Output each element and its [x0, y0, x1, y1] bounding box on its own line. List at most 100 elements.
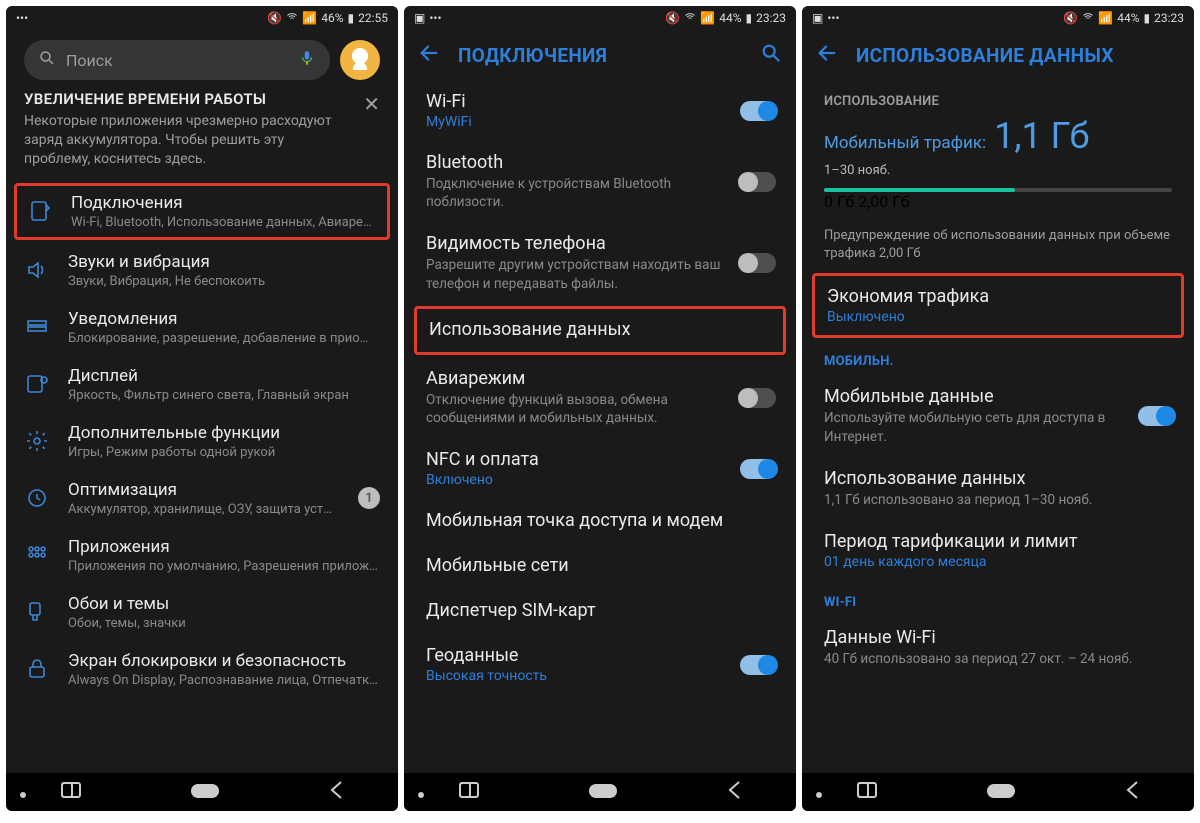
- signal-icon: 📶: [302, 11, 317, 25]
- display-icon: [24, 371, 50, 397]
- toggle-mobile-data[interactable]: [1138, 406, 1174, 426]
- usage-value-row: Мобильный трафик: 1,1 Гб: [802, 115, 1194, 157]
- brush-icon: [24, 599, 50, 625]
- mute-icon: 🔇: [267, 11, 282, 25]
- back-icon[interactable]: [816, 42, 838, 68]
- toggle-wifi[interactable]: [740, 101, 776, 121]
- item-notifications[interactable]: УведомленияБлокирование, разрешение, доб…: [6, 299, 398, 356]
- avatar[interactable]: [340, 40, 380, 80]
- nav-home-icon[interactable]: [589, 783, 617, 802]
- item-advanced[interactable]: Дополнительные функцииИгры, Режим работы…: [6, 413, 398, 470]
- back-icon[interactable]: [418, 42, 440, 68]
- wifi-icon: [286, 11, 298, 26]
- row-bluetooth[interactable]: Bluetooth Подключение к устройствам Blue…: [404, 141, 796, 222]
- item-title: Подключения: [71, 193, 377, 213]
- row-mobile-usage[interactable]: Использование данных 1,1 Гб использовано…: [802, 457, 1194, 520]
- mic-icon[interactable]: [298, 49, 316, 71]
- row-wifi-data[interactable]: Данные Wi-Fi 40 Гб использовано за перио…: [802, 616, 1194, 679]
- row-sim[interactable]: Диспетчер SIM-карт: [404, 589, 796, 634]
- highlight-data-usage: Использование данных: [414, 306, 786, 355]
- toggle-visibility[interactable]: [740, 253, 776, 273]
- row-visibility[interactable]: Видимость телефона Разрешите другим устр…: [404, 222, 796, 303]
- phone-settings-main: ••• 🔇 📶 46% ▮ 22:55 Поиск УВЕЛИЧЕНИЕ ВРЕ…: [6, 6, 398, 811]
- section-usage: ИСПОЛЬЗОВАНИЕ: [802, 80, 1194, 115]
- more-icon: •••: [16, 11, 28, 25]
- battery-icon: ▮: [746, 11, 753, 25]
- signal-icon: 📶: [700, 11, 715, 25]
- nav-recents-icon[interactable]: [61, 782, 81, 802]
- header: ПОДКЛЮЧЕНИЯ: [404, 30, 796, 80]
- toggle-nfc[interactable]: [740, 459, 776, 479]
- sound-icon: [24, 257, 50, 283]
- nav-back-icon[interactable]: [329, 780, 343, 804]
- row-data-usage[interactable]: Использование данных: [417, 309, 783, 352]
- section-mobile: МОБИЛЬН.: [802, 340, 1194, 375]
- page-title: ПОДКЛЮЧЕНИЯ: [458, 44, 607, 67]
- row-nfc[interactable]: NFC и оплата Включено: [404, 438, 796, 499]
- highlight-data-saver: Экономия трафика Выключено: [812, 273, 1184, 338]
- gear-icon: [24, 428, 50, 454]
- nav-bar: [404, 773, 796, 811]
- search-icon: [38, 49, 56, 71]
- status-bar: ▣••• 🔇 📶 44% ▮ 23:23: [404, 6, 796, 30]
- item-wallpapers[interactable]: Обои и темыОбои, темы, значки: [6, 584, 398, 641]
- row-mobile-networks[interactable]: Мобильные сети: [404, 544, 796, 589]
- apps-icon: [24, 542, 50, 568]
- row-geo[interactable]: Геоданные Высокая точность: [404, 634, 796, 695]
- notice-body: Некоторые приложения чрезмерно расходуют…: [24, 112, 380, 169]
- toggle-bluetooth[interactable]: [740, 172, 776, 192]
- bar-max: 2,00 Гб: [858, 192, 909, 211]
- battery-text: 44%: [719, 11, 741, 25]
- search-icon[interactable]: [760, 42, 782, 68]
- phone-data-usage: ▣••• 🔇 📶 44% ▮ 23:23 ИСПОЛЬЗОВАНИЕ ДАННЫ…: [802, 6, 1194, 811]
- notice-title: УВЕЛИЧЕНИЕ ВРЕМЕНИ РАБОТЫ: [24, 90, 380, 108]
- screenshot-icon: ▣: [414, 11, 425, 25]
- nav-recents-icon[interactable]: [857, 782, 877, 802]
- nav-dot: [20, 792, 26, 798]
- battery-notice[interactable]: УВЕЛИЧЕНИЕ ВРЕМЕНИ РАБОТЫ Некоторые прил…: [6, 90, 398, 181]
- bar-min: 0 Гб: [824, 192, 854, 211]
- nav-home-icon[interactable]: [191, 783, 219, 802]
- status-bar: ••• 🔇 📶 46% ▮ 22:55: [6, 6, 398, 30]
- page-title: ИСПОЛЬЗОВАНИЕ ДАННЫХ: [856, 44, 1114, 67]
- wifi-icon: [1082, 11, 1094, 26]
- nav-bar: [802, 773, 1194, 811]
- battery-icon: ▮: [348, 11, 355, 25]
- connections-icon: [27, 198, 53, 224]
- item-display[interactable]: ДисплейЯркость, Фильтр синего света, Гла…: [6, 356, 398, 413]
- item-sounds[interactable]: Звуки и вибрацияЗвуки, Вибрация, Не бесп…: [6, 242, 398, 299]
- row-airplane[interactable]: Авиарежим Отключение функций вызова, обм…: [404, 357, 796, 438]
- item-apps[interactable]: ПриложенияПриложения по умолчанию, Разре…: [6, 527, 398, 584]
- mute-icon: 🔇: [1063, 11, 1078, 25]
- search-placeholder: Поиск: [66, 51, 113, 70]
- row-wifi[interactable]: Wi-Fi MyWiFi: [404, 80, 796, 141]
- clock: 23:23: [756, 11, 786, 25]
- clock: 23:23: [1154, 11, 1184, 25]
- more-icon: •••: [429, 11, 441, 25]
- row-billing[interactable]: Период тарификации и лимит 01 день каждо…: [802, 520, 1194, 581]
- badge-count: 1: [358, 487, 380, 509]
- traffic-value: 1,1 Гб: [994, 115, 1089, 157]
- item-connections[interactable]: Подключения Wi-Fi, Bluetooth, Использова…: [27, 193, 377, 230]
- row-data-saver[interactable]: Экономия трафика Выключено: [815, 276, 1181, 335]
- toggle-airplane[interactable]: [740, 388, 776, 408]
- nav-back-icon[interactable]: [1125, 780, 1139, 804]
- row-hotspot[interactable]: Мобильная точка доступа и модем: [404, 499, 796, 544]
- nav-dot: [418, 792, 424, 798]
- phone-connections: ▣••• 🔇 📶 44% ▮ 23:23 ПОДКЛЮЧЕНИЯ Wi-Fi M…: [404, 6, 796, 811]
- toggle-geo[interactable]: [740, 655, 776, 675]
- more-icon: •••: [827, 11, 839, 25]
- search-input[interactable]: Поиск: [24, 40, 330, 80]
- status-bar: ▣••• 🔇 📶 44% ▮ 23:23: [802, 6, 1194, 30]
- close-icon[interactable]: ✕: [363, 92, 380, 116]
- row-mobile-data[interactable]: Мобильные данные Используйте мобильную с…: [802, 375, 1194, 456]
- nav-recents-icon[interactable]: [459, 782, 479, 802]
- item-optimization[interactable]: ОптимизацияАккумулятор, хранилище, ОЗУ, …: [6, 470, 398, 527]
- item-lockscreen[interactable]: Экран блокировки и безопасностьAlways On…: [6, 641, 398, 698]
- usage-warning: Предупреждение об использовании данных п…: [802, 211, 1194, 271]
- nav-home-icon[interactable]: [987, 783, 1015, 802]
- notifications-icon: [24, 314, 50, 340]
- screenshot-icon: ▣: [812, 11, 823, 25]
- section-wifi: WI-FI: [802, 581, 1194, 616]
- nav-back-icon[interactable]: [727, 780, 741, 804]
